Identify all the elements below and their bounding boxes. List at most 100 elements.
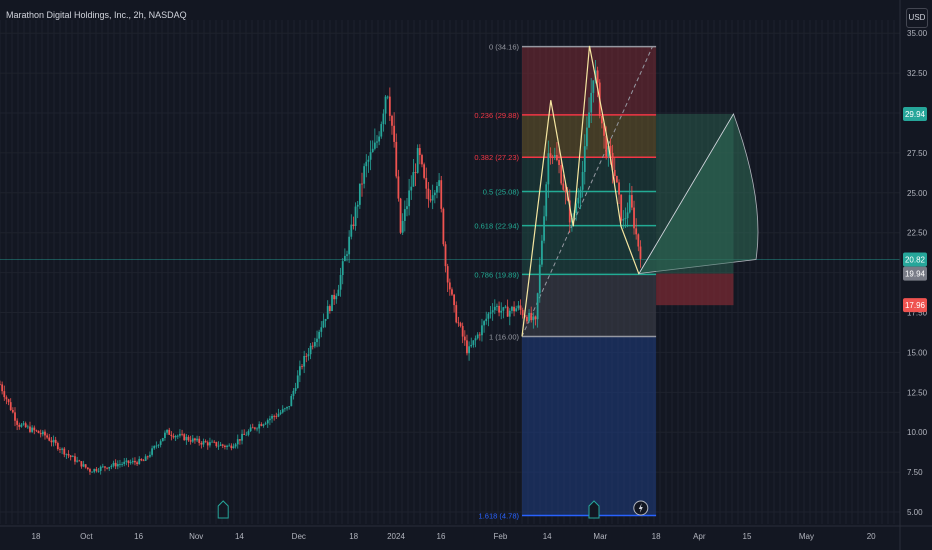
candle-body (86, 467, 89, 470)
candle-body (361, 183, 363, 185)
currency-button[interactable]: USD (906, 8, 928, 28)
candle-body (333, 294, 336, 300)
candle-body (168, 429, 171, 435)
candle-body (309, 345, 312, 355)
candle-body (234, 444, 237, 447)
x-tick-label: May (799, 532, 814, 541)
candle-body (76, 460, 79, 462)
candle-body (365, 161, 368, 167)
candle-body (26, 426, 29, 428)
candle-body (472, 340, 475, 345)
x-tick-label: 18 (652, 532, 661, 541)
candle-body (590, 92, 593, 113)
x-tick-label: Feb (494, 532, 508, 541)
candle-body (476, 334, 479, 339)
candle-body (438, 180, 441, 187)
price-badge-label: 17.96 (905, 301, 926, 310)
candle-body (59, 449, 61, 450)
price-badge-label: 19.94 (905, 270, 926, 279)
candle-body (303, 355, 306, 367)
candle-body (622, 219, 625, 221)
candle-body (311, 345, 314, 347)
candle-body (22, 423, 25, 425)
candle-body (39, 433, 42, 435)
candle-body (545, 184, 548, 217)
candle-body (551, 156, 554, 158)
candle-body (37, 430, 40, 434)
candle-body (283, 408, 286, 410)
candle-body (498, 305, 500, 313)
candle-body (206, 442, 209, 446)
candle-body (369, 152, 372, 160)
candle-body (331, 294, 333, 312)
candle-body (431, 195, 434, 201)
candle-body (391, 115, 393, 126)
candle-body (459, 323, 462, 326)
candle-body (504, 306, 507, 308)
candle-body (474, 338, 477, 341)
candle-body (131, 460, 134, 463)
candle-body (41, 431, 44, 435)
candle-body (211, 441, 213, 443)
candle-body (637, 234, 640, 247)
candle-body (341, 261, 344, 276)
candle-body (423, 164, 426, 178)
chart-area[interactable]: 5.007.5010.0012.5015.0017.5020.0022.5025… (0, 0, 932, 550)
candle-body (69, 455, 72, 457)
fib-level-label: 0.236 (29.88) (474, 111, 519, 120)
candle-body (633, 207, 635, 229)
candle-body (532, 316, 535, 321)
y-tick-label: 12.50 (907, 388, 928, 397)
candle-body (586, 127, 588, 147)
candle-body (491, 310, 494, 313)
candle-body (380, 124, 383, 137)
candle-body (241, 433, 243, 441)
candle-body (294, 388, 297, 391)
candle-body (74, 456, 76, 462)
candle-body (24, 423, 27, 428)
y-tick-label: 5.00 (907, 508, 923, 517)
candle-body (508, 310, 511, 317)
candle-body (224, 445, 226, 447)
candle-body (553, 155, 556, 158)
candle-body (442, 208, 445, 245)
candle-body (249, 427, 252, 432)
candle-body (313, 342, 316, 347)
fib-level-label: 0.382 (27.23) (474, 153, 519, 162)
candle-body (119, 464, 121, 465)
candle-body (346, 254, 348, 256)
candle-body (541, 240, 543, 265)
candle-body (470, 344, 473, 347)
candle-body (408, 190, 411, 207)
candle-body (367, 159, 370, 162)
candle-body (463, 336, 466, 341)
y-tick-label: 10.00 (907, 428, 928, 437)
candle-body (16, 420, 19, 425)
candle-body (245, 434, 248, 436)
candle-body (18, 424, 21, 427)
candle-body (187, 436, 190, 441)
candle-body (91, 471, 94, 473)
fib-level-label: 0.618 (22.94) (474, 222, 519, 231)
price-chart-svg[interactable]: 5.007.5010.0012.5015.0017.5020.0022.5025… (0, 0, 932, 550)
candle-body (356, 204, 359, 207)
candle-body (335, 295, 338, 300)
candle-body (628, 195, 631, 213)
candle-body (35, 430, 38, 432)
candle-body (286, 406, 288, 409)
candle-body (44, 431, 46, 436)
candle-body (95, 468, 98, 471)
fib-level-label: 1 (16.00) (489, 332, 520, 341)
candle-body (543, 216, 545, 241)
candle-body (232, 446, 235, 449)
y-tick-label: 27.50 (907, 149, 928, 158)
candle-body (526, 316, 528, 322)
candle-body (71, 456, 74, 458)
candle-body (382, 113, 385, 125)
candle-body (461, 325, 464, 337)
x-tick-label: Mar (593, 532, 607, 541)
candle-body (579, 189, 582, 198)
candle-body (108, 466, 111, 469)
candle-body (97, 470, 100, 472)
candle-body (31, 427, 34, 432)
